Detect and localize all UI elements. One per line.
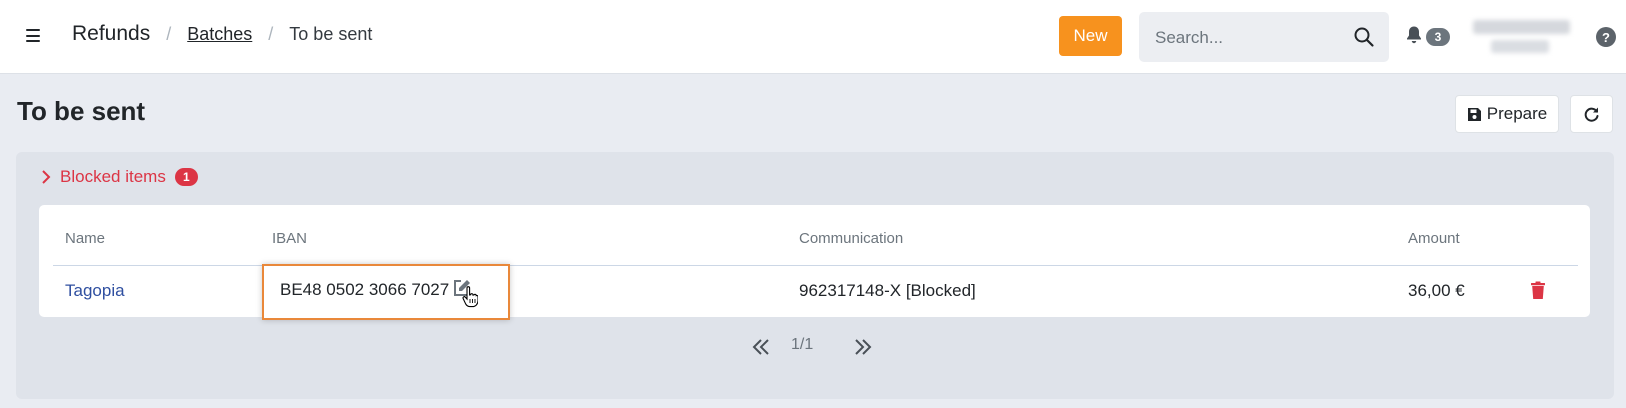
hand-cursor-icon (462, 286, 478, 308)
column-header-iban[interactable]: IBAN (272, 230, 307, 247)
blocked-items-panel: Blocked items 1 Name IBAN Communication … (16, 152, 1614, 399)
breadcrumb: Refunds / Batches / To be sent (72, 22, 372, 46)
user-menu[interactable] (1473, 18, 1573, 58)
prepare-button[interactable]: Prepare (1455, 95, 1559, 133)
breadcrumb-current: To be sent (289, 24, 373, 44)
column-header-communication[interactable]: Communication (799, 230, 903, 247)
blocked-items-toggle[interactable]: Blocked items 1 (40, 167, 198, 187)
row-communication: 962317148-X [Blocked] (799, 281, 976, 300)
help-icon[interactable]: ? (1596, 27, 1616, 47)
top-navbar: Refunds / Batches / To be sent New 3 ? (0, 0, 1626, 74)
double-chevron-left-icon[interactable] (751, 338, 771, 356)
search-icon[interactable] (1353, 26, 1375, 48)
iban-cell-highlighted[interactable]: BE48 0502 3066 7027 (262, 264, 510, 320)
chevron-right-icon (42, 170, 51, 184)
trash-icon[interactable] (1530, 281, 1546, 300)
refresh-button[interactable] (1570, 95, 1613, 133)
menu-icon[interactable] (26, 29, 40, 42)
blocked-count-badge: 1 (174, 168, 198, 186)
row-name-link[interactable]: Tagopia (65, 273, 125, 309)
column-header-amount[interactable]: Amount (1408, 230, 1460, 247)
new-button[interactable]: New (1059, 16, 1122, 56)
refresh-icon (1584, 107, 1599, 122)
column-header-name[interactable]: Name (65, 230, 105, 247)
notification-count-badge: 3 (1426, 28, 1450, 46)
pagination-indicator: 1/1 (791, 336, 814, 353)
search-box (1139, 12, 1389, 62)
bell-icon[interactable] (1405, 25, 1423, 45)
double-chevron-right-icon[interactable] (853, 338, 873, 356)
iban-value: BE48 0502 3066 7027 (280, 280, 450, 299)
user-role-blurred (1491, 40, 1549, 53)
blocked-items-table: Name IBAN Communication Amount Tagopia B… (39, 205, 1590, 320)
user-name-blurred (1473, 20, 1570, 34)
prepare-label: Prepare (1486, 104, 1548, 123)
row-amount: 36,00 € (1408, 281, 1465, 300)
blocked-items-label: Blocked items (60, 167, 166, 186)
breadcrumb-separator: / (166, 24, 172, 44)
save-icon (1467, 107, 1481, 121)
breadcrumb-batches-link[interactable]: Batches (187, 24, 252, 45)
breadcrumb-separator: / (268, 24, 274, 44)
breadcrumb-refunds: Refunds (72, 22, 151, 45)
page-title: To be sent (17, 96, 146, 126)
search-input[interactable] (1153, 24, 1347, 52)
